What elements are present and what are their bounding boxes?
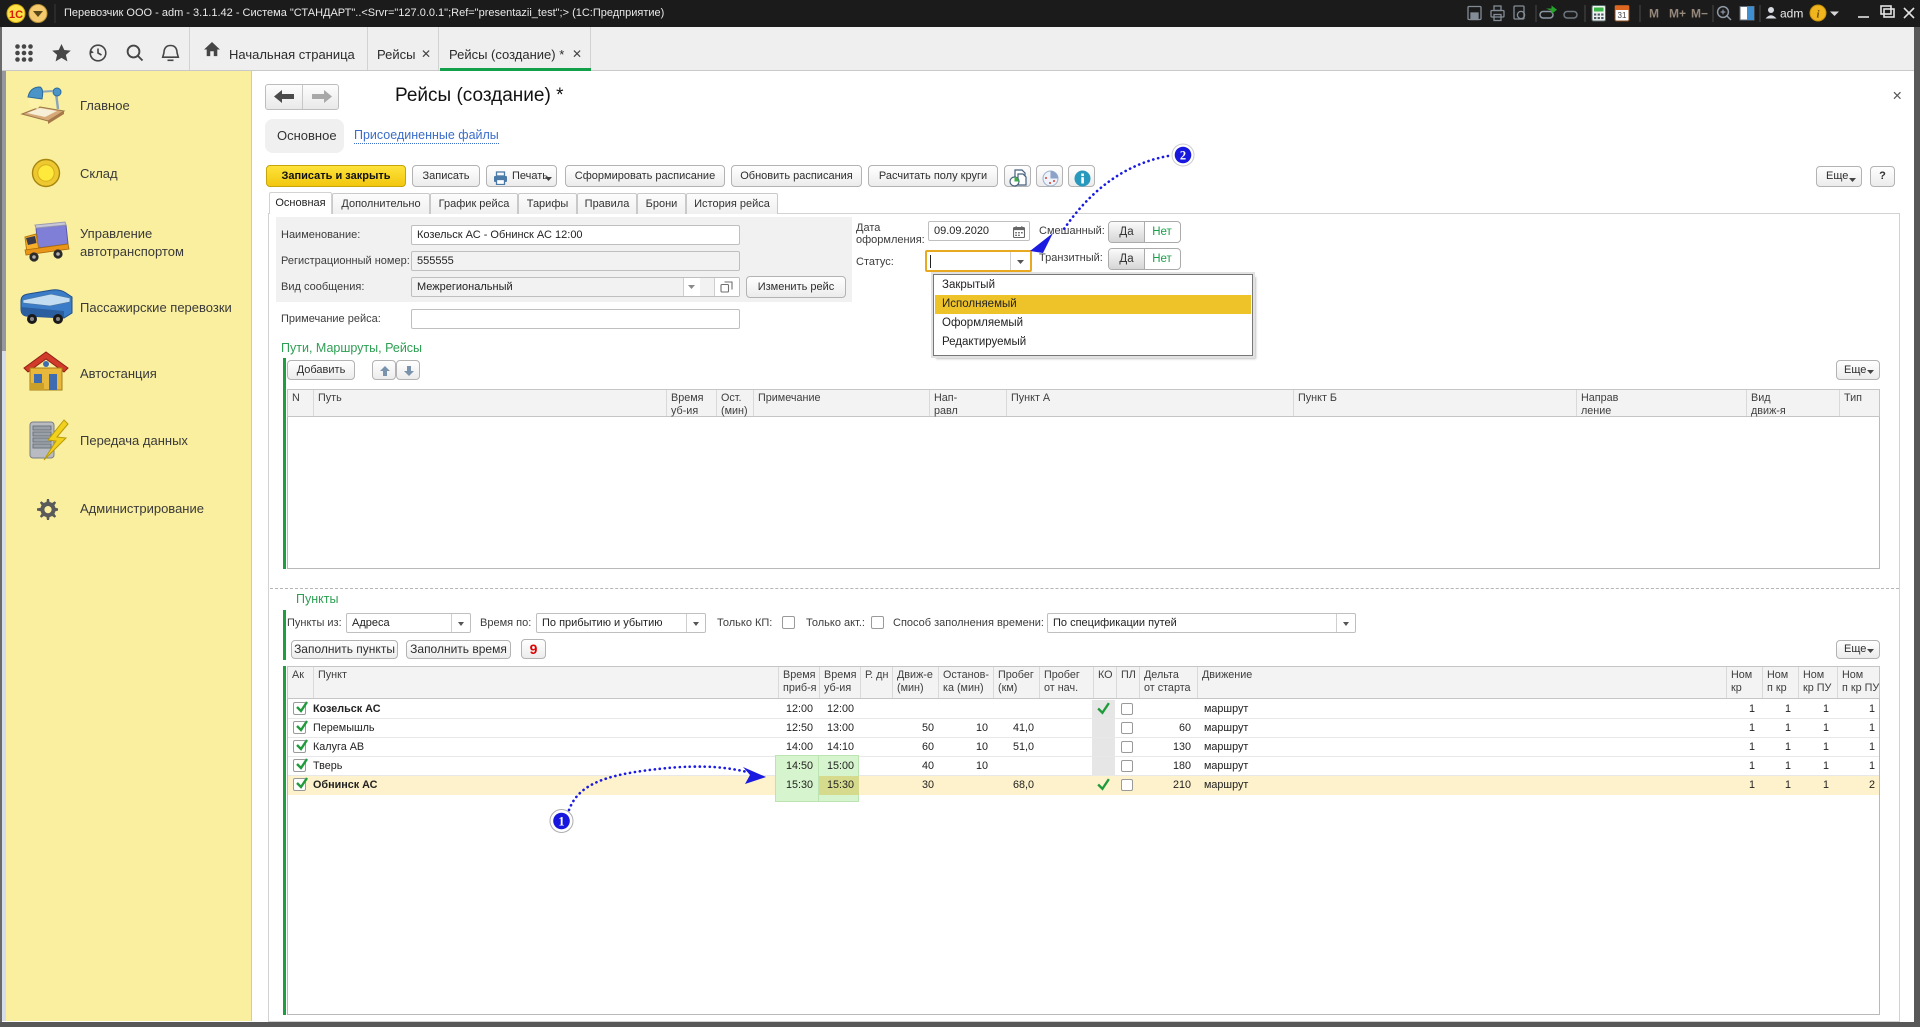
svg-text:1: 1 (558, 815, 564, 829)
svg-text:2: 2 (1180, 149, 1186, 163)
